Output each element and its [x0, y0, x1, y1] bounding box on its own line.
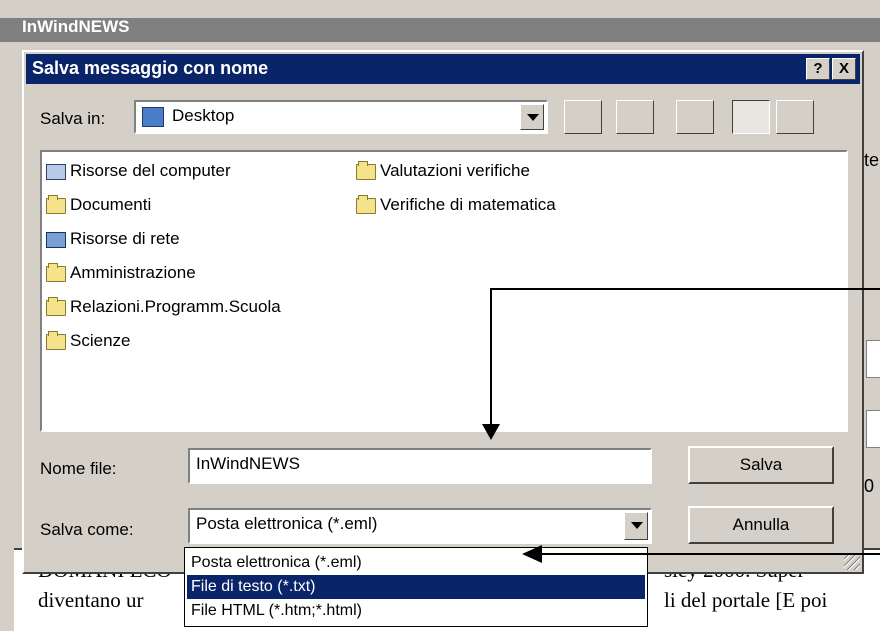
- help-button[interactable]: ?: [806, 58, 830, 80]
- dialog-title: Salva messaggio con nome: [32, 58, 269, 78]
- annotation-arrow-line: [490, 288, 880, 290]
- dropdown-option[interactable]: File HTML (*.htm;*.html): [187, 599, 645, 623]
- chevron-down-icon[interactable]: [624, 512, 648, 540]
- list-item[interactable]: Risorse di rete: [46, 226, 180, 252]
- resize-grip-icon[interactable]: [844, 554, 860, 570]
- saveas-value: Posta elettronica (*.eml): [196, 514, 378, 533]
- list-item[interactable]: Amministrazione: [46, 260, 196, 286]
- dialog-titlebar: Salva messaggio con nome ? X: [26, 54, 860, 84]
- save-in-value: Desktop: [172, 106, 235, 125]
- save-in-label: Salva in:: [40, 109, 106, 128]
- up-folder-button[interactable]: [564, 100, 602, 134]
- filename-label: Nome file:: [40, 459, 117, 478]
- list-item[interactable]: Scienze: [46, 328, 130, 354]
- computer-icon: [46, 163, 66, 180]
- folder-icon: [46, 296, 66, 316]
- background-titlebar: [0, 18, 880, 42]
- desktop-icon: [142, 107, 164, 127]
- saveas-combo[interactable]: Posta elettronica (*.eml): [188, 508, 652, 544]
- doc-line: diventano ur: [38, 588, 144, 612]
- folder-icon: [46, 262, 66, 282]
- network-icon: [46, 231, 66, 248]
- save-in-combo[interactable]: Desktop: [134, 100, 548, 134]
- details-view-button[interactable]: [776, 100, 814, 134]
- file-list[interactable]: Risorse del computer Documenti Risorse d…: [40, 150, 848, 432]
- background-app-title: InWindNEWS: [22, 17, 130, 36]
- saveas-dropdown-list[interactable]: Posta elettronica (*.eml) File di testo …: [184, 547, 648, 627]
- folder-icon: [356, 160, 376, 180]
- list-item[interactable]: Valutazioni verifiche: [356, 158, 530, 184]
- cancel-button[interactable]: Annulla: [688, 506, 834, 544]
- folder-icon: [356, 194, 376, 214]
- arrow-left-icon: [522, 545, 542, 563]
- list-item[interactable]: Documenti: [46, 192, 151, 218]
- background-panel: [866, 410, 880, 448]
- arrow-down-icon: [482, 424, 500, 440]
- list-item[interactable]: Relazioni.Programm.Scuola: [46, 294, 281, 320]
- filename-value: InWindNEWS: [196, 454, 300, 473]
- saveas-label: Salva come:: [40, 520, 134, 539]
- background-text-fragment: te: [864, 150, 880, 170]
- folder-icon: [46, 330, 66, 350]
- close-button[interactable]: X: [832, 58, 856, 80]
- save-as-dialog: Salva messaggio con nome ? X Salva in: D…: [22, 50, 864, 574]
- chevron-down-icon[interactable]: [520, 104, 544, 130]
- desktop-button[interactable]: [616, 100, 654, 134]
- doc-line: li del portale [E poi: [664, 588, 828, 612]
- dropdown-option-selected[interactable]: File di testo (*.txt): [187, 575, 645, 599]
- folder-icon: [46, 194, 66, 214]
- list-item[interactable]: Verifiche di matematica: [356, 192, 556, 218]
- list-view-button[interactable]: [732, 100, 770, 134]
- save-button[interactable]: Salva: [688, 446, 834, 484]
- annotation-arrow-line: [490, 288, 492, 426]
- background-text-fragment: 0: [864, 476, 875, 496]
- annotation-arrow-line: [540, 553, 880, 555]
- background-panel: [866, 340, 880, 378]
- list-item[interactable]: Risorse del computer: [46, 158, 231, 184]
- filename-field[interactable]: InWindNEWS: [188, 448, 652, 484]
- new-folder-button[interactable]: [676, 100, 714, 134]
